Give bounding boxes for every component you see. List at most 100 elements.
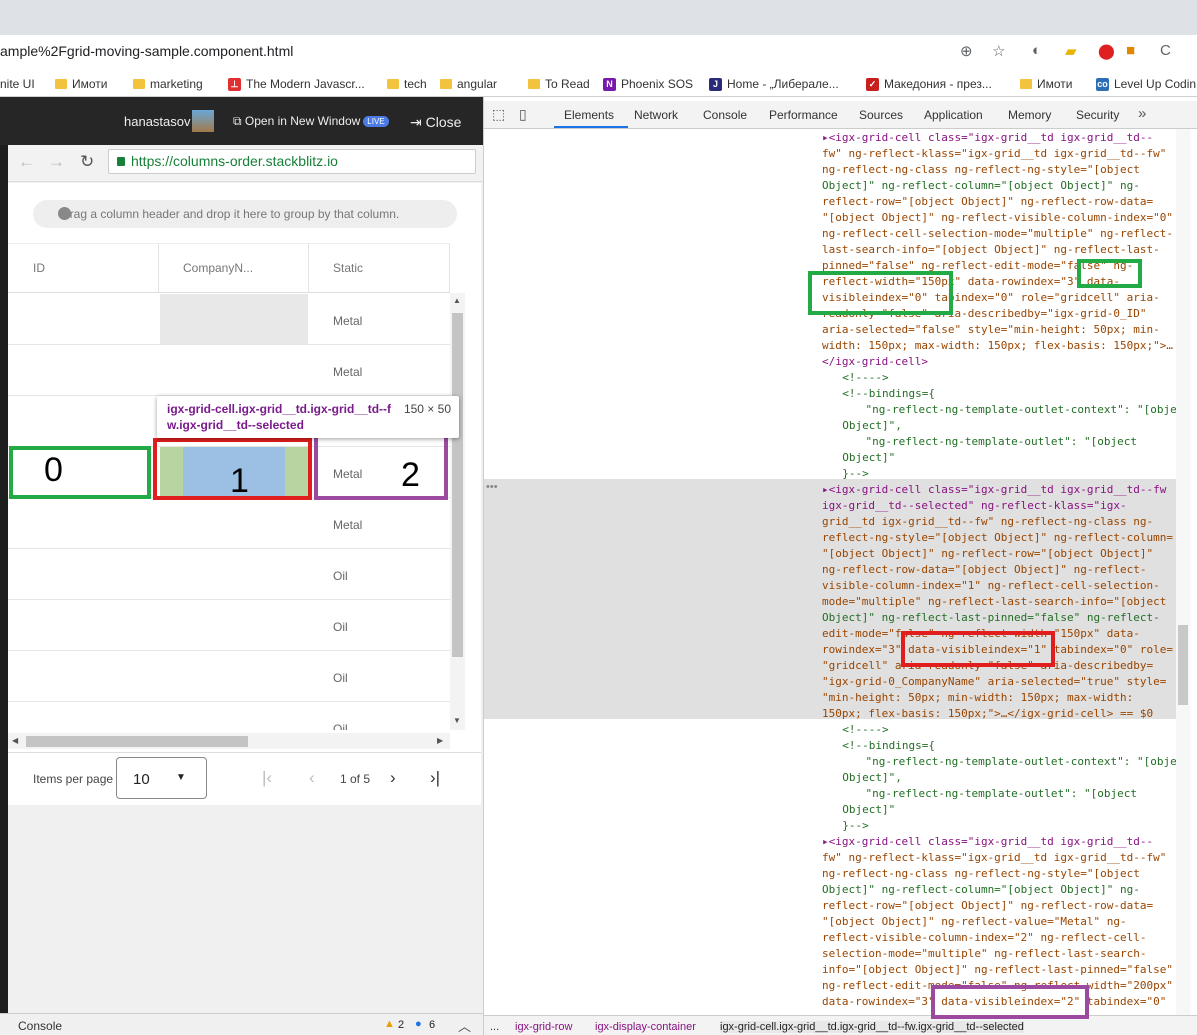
keepa-extension-icon[interactable]: ■	[1126, 42, 1135, 59]
code-line[interactable]: Object]"	[829, 803, 895, 819]
dark-mode-extension-icon[interactable]: ◐	[1032, 42, 1041, 59]
table-row-static-cell[interactable]: Oil	[333, 722, 348, 730]
code-line[interactable]: ng-reflect-cell-selection-mode="multiple…	[822, 227, 1173, 243]
code-line[interactable]: ▸<igx-grid-cell class="igx-grid__td igx-…	[822, 483, 1166, 499]
breadcrumb-item[interactable]: igx-display-container	[595, 1021, 696, 1033]
scroll-right-icon[interactable]: ▶	[437, 736, 443, 745]
header-id[interactable]: ID	[33, 243, 45, 293]
code-line[interactable]: igx-grid__td--selected" ng-reflect-klass…	[822, 499, 1127, 515]
devtools-tab-sources[interactable]: Sources	[859, 108, 903, 122]
bookmark-item[interactable]: nite UI	[0, 75, 35, 93]
first-page-icon[interactable]: |‹	[262, 768, 272, 788]
code-line[interactable]: <!--bindings={	[829, 739, 935, 755]
code-line[interactable]: }-->	[829, 467, 869, 483]
bookmark-item[interactable]: Имоти	[1020, 75, 1072, 93]
code-line[interactable]: <!---->	[829, 723, 888, 739]
bookmark-item[interactable]: J Home - „Либерале...	[709, 75, 839, 93]
code-line[interactable]: grid__td igx-grid__td--fw" ng-reflect-ng…	[822, 515, 1153, 531]
code-line[interactable]: aria-selected="false" style="min-height:…	[822, 323, 1160, 339]
bookmark-item[interactable]: tech	[387, 75, 427, 93]
devtools-tab-application[interactable]: Application	[924, 108, 983, 122]
devtools-tab-performance[interactable]: Performance	[769, 108, 838, 122]
code-line[interactable]: Object]",	[829, 771, 902, 787]
devtools-scrollbar-thumb[interactable]	[1178, 625, 1188, 705]
code-line[interactable]: Object]"	[829, 451, 895, 467]
code-line[interactable]: Object]" ng-reflect-column="[object Obje…	[822, 179, 1140, 195]
bookmark-item[interactable]: To Read	[528, 75, 590, 93]
code-line[interactable]: ▸<igx-grid-cell class="igx-grid__td igx-…	[822, 835, 1153, 851]
table-row-static-cell[interactable]: Metal	[333, 314, 362, 328]
code-line[interactable]: fw" ng-reflect-klass="igx-grid__td igx-g…	[822, 851, 1166, 867]
code-line[interactable]: reflect-ng-style="[object Object]" ng-re…	[822, 531, 1173, 547]
extension-icon[interactable]: C	[1160, 42, 1171, 59]
bookmark-item[interactable]: Имоти	[55, 75, 107, 93]
console-bar[interactable]	[0, 1013, 483, 1035]
chevron-up-icon[interactable]: ︿	[458, 1016, 471, 1035]
vertical-scrollbar-thumb[interactable]	[452, 313, 463, 657]
code-line[interactable]: width: 150px; max-width: 150px; flex-bas…	[822, 339, 1173, 355]
code-line[interactable]: fw" ng-reflect-klass="igx-grid__td igx-g…	[822, 147, 1166, 163]
code-line[interactable]: ng-reflect-row-data="[object Object]" ng…	[822, 563, 1147, 579]
code-line[interactable]: <!---->	[829, 371, 888, 387]
bookmark-item[interactable]: N Phoenix SOS	[603, 75, 693, 93]
next-page-icon[interactable]: ›	[390, 768, 396, 788]
group-by-area[interactable]: Drag a column header and drop it here to…	[33, 200, 457, 228]
star-icon[interactable]: ☆	[992, 42, 1005, 60]
code-line[interactable]: last-search-info="[object Object]" ng-re…	[822, 243, 1160, 259]
close-button[interactable]: ⇥ Close	[410, 114, 461, 131]
back-arrow-icon[interactable]: ←	[18, 152, 35, 172]
code-line[interactable]: ng-reflect-ng-class ng-reflect-ng-style=…	[822, 867, 1140, 883]
more-tabs-icon[interactable]: »	[1138, 105, 1146, 122]
code-line[interactable]: }-->	[829, 819, 869, 835]
code-line[interactable]: "ng-reflect-ng-template-outlet-context":…	[839, 755, 1176, 771]
devtools-tab-console[interactable]: Console	[703, 108, 747, 122]
code-line[interactable]: visible-column-index="1" ng-reflect-cell…	[822, 579, 1160, 595]
devtools-scrollbar[interactable]	[1176, 129, 1190, 1015]
devtools-tab-memory[interactable]: Memory	[1008, 108, 1051, 122]
device-toolbar-icon[interactable]: ▯	[519, 106, 527, 123]
code-line[interactable]: "ng-reflect-ng-template-outlet": "[objec…	[839, 435, 1137, 451]
reload-icon[interactable]: ↻	[80, 152, 94, 172]
preview-url-field[interactable]: https://columns-order.stackblitz.io	[108, 149, 476, 174]
avatar[interactable]	[192, 110, 214, 132]
last-page-icon[interactable]: ›|	[430, 768, 440, 788]
items-per-page-select[interactable]: 10 ▼	[116, 757, 207, 799]
scroll-up-icon[interactable]: ▲	[453, 296, 461, 305]
devtools-tab-elements[interactable]: Elements	[564, 108, 614, 122]
header-companyname[interactable]: CompanyN...	[183, 243, 253, 293]
breadcrumb-item[interactable]: igx-grid-row	[515, 1021, 572, 1033]
bookmark-item[interactable]: marketing	[133, 75, 203, 93]
previous-page-icon[interactable]: ‹	[309, 768, 315, 788]
code-line[interactable]: info="[object Object]" ng-reflect-last-p…	[822, 963, 1173, 979]
inspect-element-icon[interactable]: ⬚	[492, 106, 505, 123]
devtools-tab-network[interactable]: Network	[634, 108, 678, 122]
code-line[interactable]: ng-reflect-ng-class ng-reflect-ng-style=…	[822, 163, 1140, 179]
code-line[interactable]: selection-mode="multiple" ng-reflect-las…	[822, 947, 1147, 963]
table-row-static-cell[interactable]: Metal	[333, 518, 362, 532]
open-new-window-button[interactable]: ⧉ Open in New Window LIVE	[233, 114, 389, 129]
code-line[interactable]: mode="multiple" ng-reflect-last-search-i…	[822, 595, 1166, 611]
code-line[interactable]: ▸<igx-grid-cell class="igx-grid__td igx-…	[822, 131, 1153, 147]
bookmark-item[interactable]: ✓ Македония - през...	[866, 75, 992, 93]
table-row-static-cell[interactable]: Oil	[333, 671, 348, 685]
code-line[interactable]: "[object Object]" ng-reflect-row="[objec…	[822, 547, 1153, 563]
code-line[interactable]: reflect-row="[object Object]" ng-reflect…	[822, 899, 1153, 915]
table-row-static-cell[interactable]: Oil	[333, 569, 348, 583]
code-line[interactable]: Object]" ng-reflect-column="[object Obje…	[822, 883, 1140, 899]
elements-tree[interactable]: ▸<igx-grid-cell class="igx-grid__td igx-…	[484, 129, 1176, 1015]
bookmark-item[interactable]: ⊥ The Modern Javascr...	[228, 75, 365, 93]
bookmark-item[interactable]: co Level Up Codin	[1096, 75, 1196, 93]
code-line[interactable]: "[object Object]" ng-reflect-value="Meta…	[822, 915, 1127, 931]
code-line[interactable]: </igx-grid-cell>	[822, 355, 928, 371]
code-line[interactable]: Object]",	[829, 419, 902, 435]
code-line[interactable]: "ng-reflect-ng-template-outlet-context":…	[839, 403, 1176, 419]
code-line[interactable]: "min-height: 50px; min-width: 150px; max…	[822, 691, 1133, 707]
table-row-static-cell[interactable]: Metal	[333, 365, 362, 379]
header-static[interactable]: Static	[333, 243, 363, 293]
focused-cell[interactable]	[160, 294, 308, 344]
opera-extension-icon[interactable]: ⬤	[1098, 42, 1115, 60]
horizontal-scrollbar-thumb[interactable]	[26, 736, 248, 747]
code-line[interactable]: reflect-row="[object Object]" ng-reflect…	[822, 195, 1153, 211]
code-line[interactable]: "[object Object]" ng-reflect-visible-col…	[822, 211, 1173, 227]
code-line[interactable]: reflect-visible-column-index="2" ng-refl…	[822, 931, 1147, 947]
